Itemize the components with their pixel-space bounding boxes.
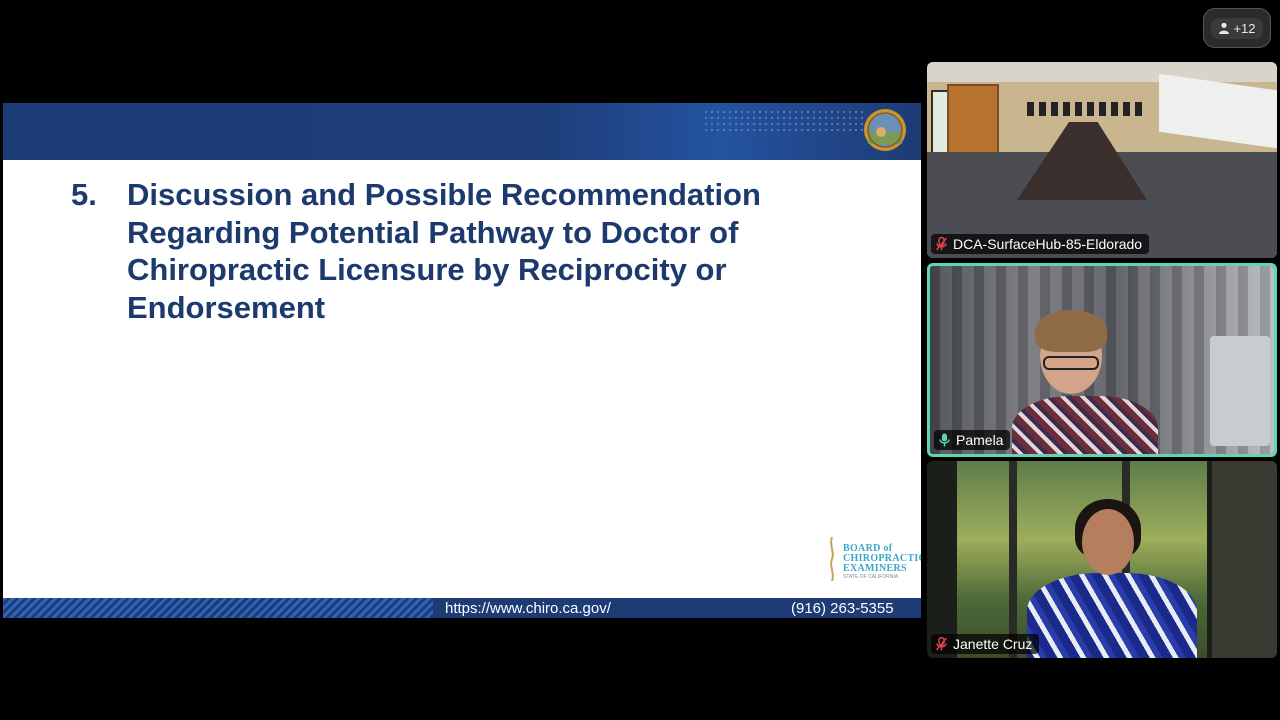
slide-footer-phone: (916) 263-5355 — [791, 600, 894, 617]
participant-name-tag: DCA-SurfaceHub-85-Eldorado — [931, 234, 1150, 254]
slide-footer-stripes — [3, 598, 433, 618]
agenda-item-title: Discussion and Possible Recommendation R… — [127, 177, 761, 325]
california-seal-icon — [864, 109, 906, 151]
video-feed-pamela — [930, 266, 1274, 454]
participants-overflow-pill: +12 — [1211, 17, 1263, 39]
participants-overflow-count: +12 — [1233, 20, 1256, 36]
mic-muted-icon — [936, 637, 947, 651]
board-logo-line3: EXAMINERS — [843, 563, 907, 574]
video-feed-conference-room — [927, 62, 1277, 258]
mic-active-icon — [939, 433, 950, 447]
spine-icon — [830, 537, 834, 581]
shared-slide: 5. Discussion and Possible Recommendatio… — [3, 103, 921, 618]
board-logo-line4: STATE OF CALIFORNIA — [843, 574, 899, 580]
participant-name-tag: Janette Cruz — [931, 634, 1040, 654]
video-tile-janette-cruz[interactable]: Janette Cruz — [927, 461, 1277, 658]
person-icon — [1219, 22, 1230, 34]
participant-name: DCA-SurfaceHub-85-Eldorado — [953, 236, 1143, 252]
participants-overflow-button[interactable]: +12 — [1203, 8, 1271, 48]
board-logo: BOARD of CHIROPRACTIC EXAMINERS STATE OF… — [825, 533, 921, 583]
mic-muted-icon — [936, 237, 947, 251]
participant-name-tag: Pamela — [934, 430, 1011, 450]
video-feed-janette-cruz — [927, 461, 1277, 658]
slide-header-dot-pattern — [703, 109, 863, 135]
video-tile-pamela[interactable]: Pamela — [927, 263, 1277, 457]
slide-header-bar — [3, 103, 921, 160]
slide-footer-bar: https://www.chiro.ca.gov/ (916) 263-5355 — [3, 598, 921, 618]
agenda-item-number: 5. — [71, 177, 97, 212]
participant-name: Janette Cruz — [953, 636, 1033, 652]
participant-name: Pamela — [956, 432, 1004, 448]
video-tile-surfacehub[interactable]: DCA-SurfaceHub-85-Eldorado — [927, 62, 1277, 258]
slide-title: 5. Discussion and Possible Recommendatio… — [71, 176, 871, 326]
slide-footer-url: https://www.chiro.ca.gov/ — [445, 600, 611, 617]
